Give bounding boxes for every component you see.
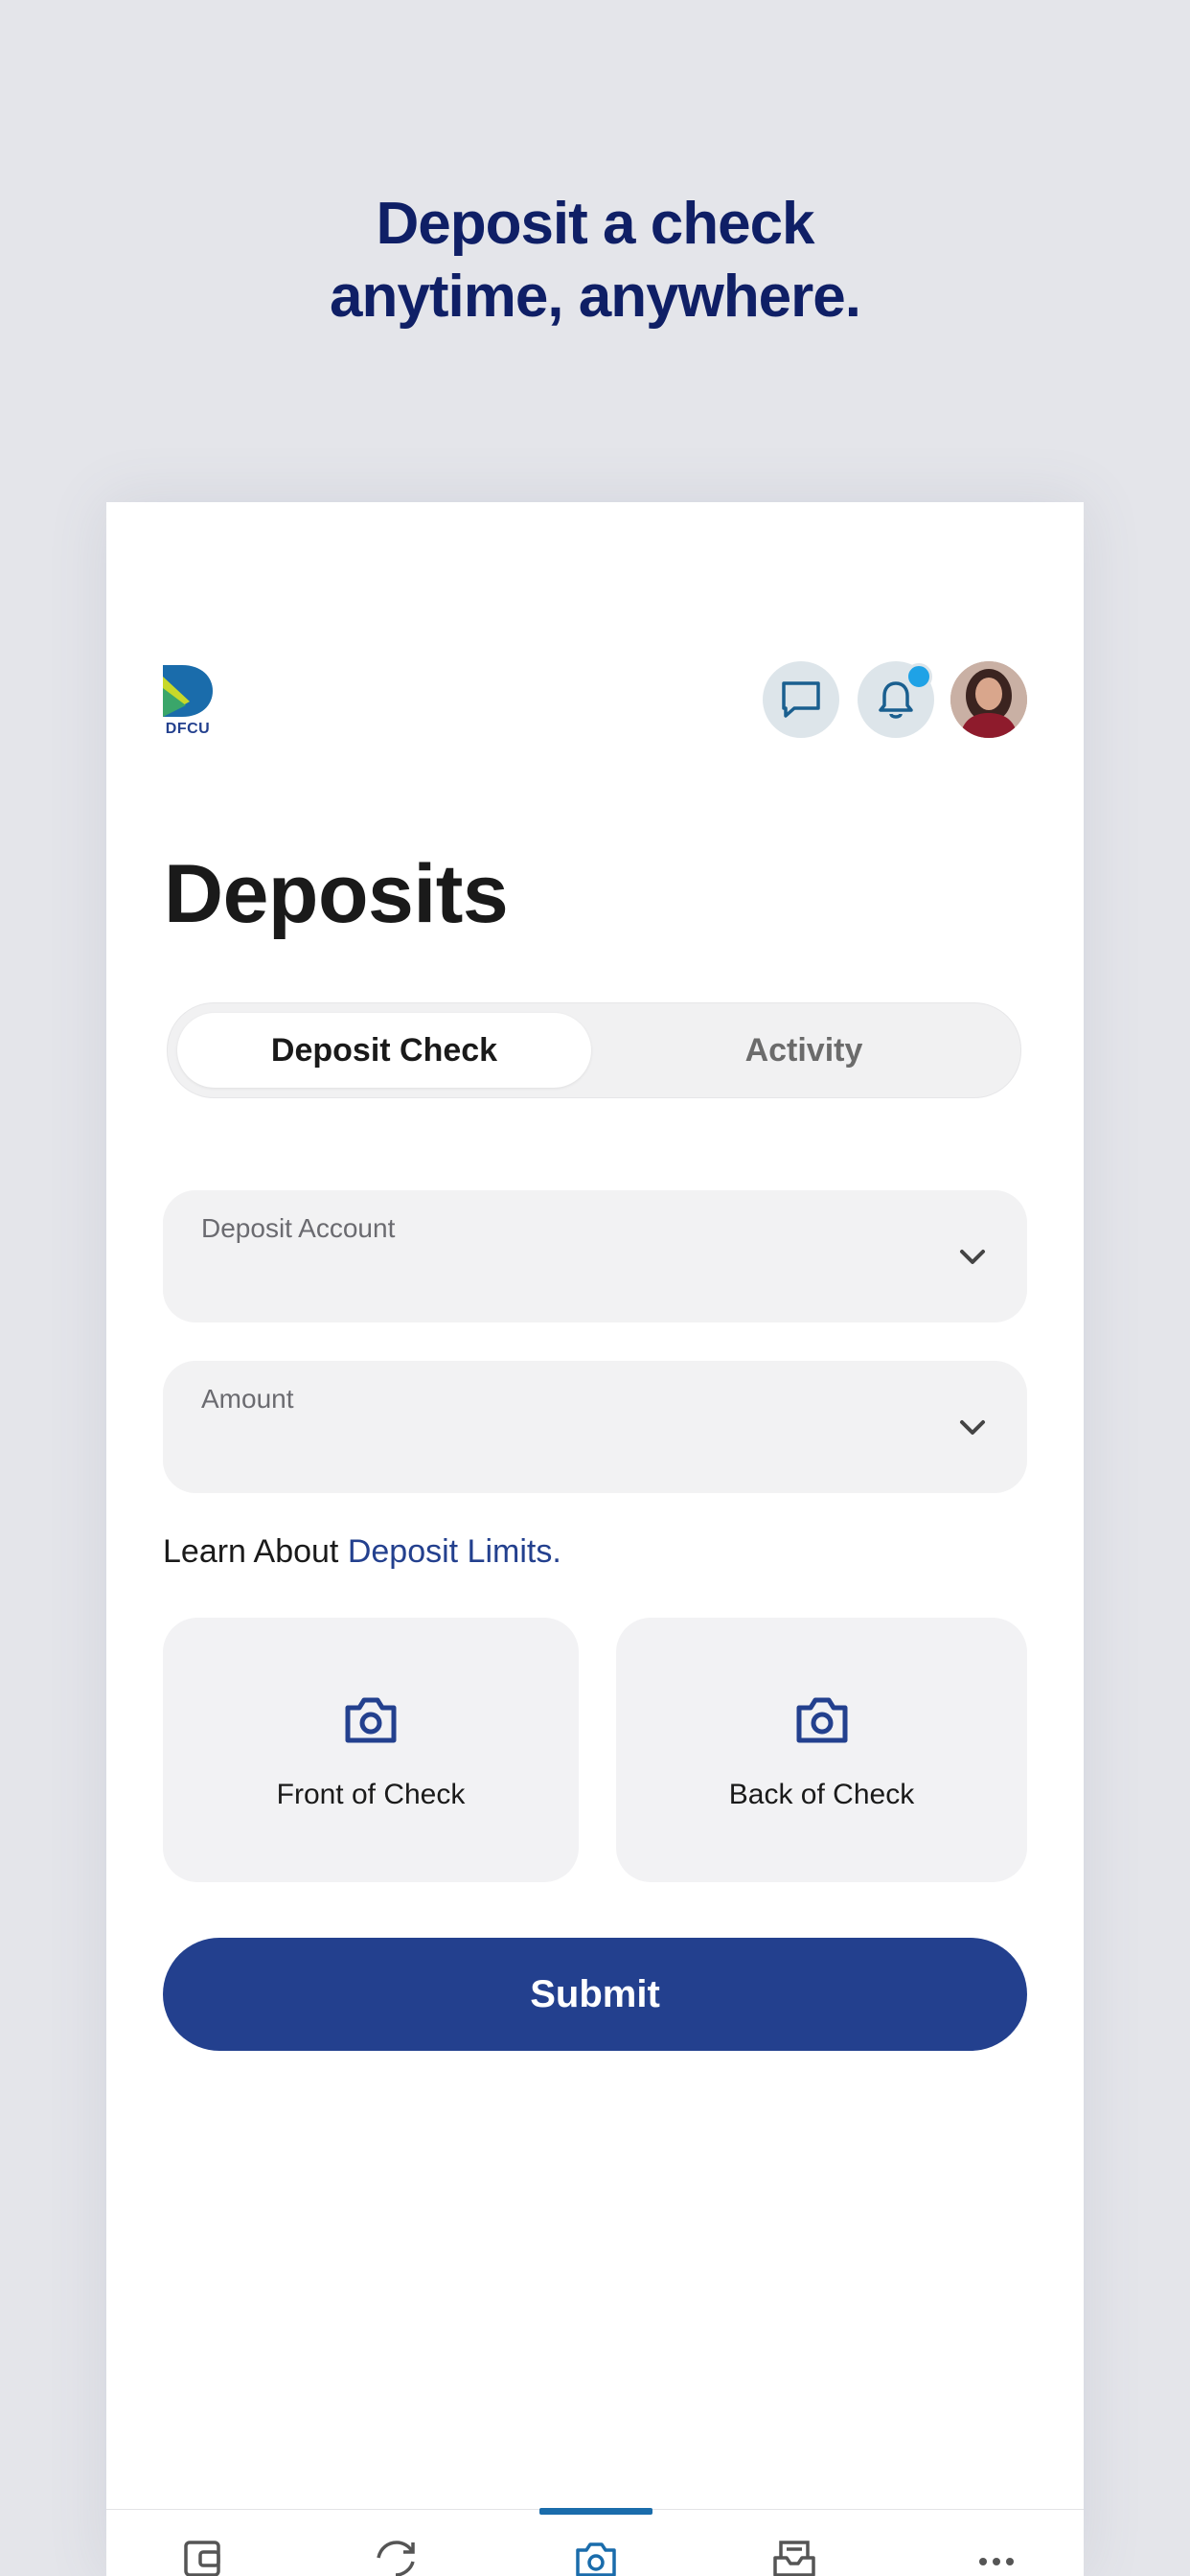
promo-headline-line-1: Deposit a check [376, 191, 814, 257]
back-of-check-label: Back of Check [728, 1779, 915, 1810]
tab-activity[interactable]: Activity [597, 1013, 1011, 1088]
back-of-check-button[interactable]: Back of Check [616, 1618, 1027, 1882]
tab-deposit-check[interactable]: Deposit Check [177, 1013, 591, 1088]
front-of-check-button[interactable]: Front of Check [163, 1618, 579, 1882]
page-title: Deposits [164, 848, 509, 940]
camera-icon [576, 2542, 616, 2576]
deposit-account-select[interactable]: Deposit Account [163, 1190, 1027, 1322]
more-icon [979, 2558, 1014, 2565]
chevron-down-icon [960, 1420, 985, 1435]
phone-screen: DFCU Deposits Deposit Check Activity Dep… [106, 502, 1084, 2576]
transfer-icon [377, 2541, 415, 2576]
wallet-icon [184, 2541, 220, 2576]
tab-more[interactable] [968, 2537, 1025, 2576]
chevron-down-icon [960, 1250, 985, 1264]
deposit-limits-link[interactable]: Deposit Limits. [348, 1533, 561, 1570]
logo-text: DFCU [165, 721, 211, 737]
deposit-limits-text: Learn About Deposit Limits. [163, 1533, 561, 1571]
notification-dot [905, 663, 932, 690]
tab-accounts[interactable] [173, 2537, 231, 2576]
chat-icon [782, 681, 820, 718]
amount-label: Amount [201, 1384, 294, 1414]
promo-headline: Deposit a check anytime, anywhere. [0, 188, 1190, 334]
camera-icon [345, 1697, 397, 1743]
chat-button[interactable] [763, 661, 839, 738]
amount-field[interactable]: Amount [163, 1361, 1027, 1493]
active-tab-indicator [539, 2508, 652, 2515]
submit-button[interactable]: Submit [163, 1938, 1027, 2051]
learn-about-text: Learn About [163, 1533, 348, 1570]
camera-icon [796, 1697, 847, 1743]
dfcu-logo: DFCU [161, 663, 218, 744]
deposit-account-label: Deposit Account [201, 1213, 396, 1243]
avatar[interactable] [950, 661, 1027, 738]
tab-transfers[interactable] [367, 2537, 424, 2576]
promo-headline-line-2: anytime, anywhere. [329, 264, 861, 330]
tab-messages[interactable] [766, 2537, 823, 2576]
segmented-control: Deposit Check Activity [167, 1002, 1021, 1098]
mailbox-icon [773, 2541, 815, 2576]
notifications-button[interactable] [858, 661, 934, 738]
bottom-tab-bar [106, 2508, 1084, 2576]
tab-deposits[interactable] [567, 2537, 625, 2576]
front-of-check-label: Front of Check [276, 1779, 466, 1810]
